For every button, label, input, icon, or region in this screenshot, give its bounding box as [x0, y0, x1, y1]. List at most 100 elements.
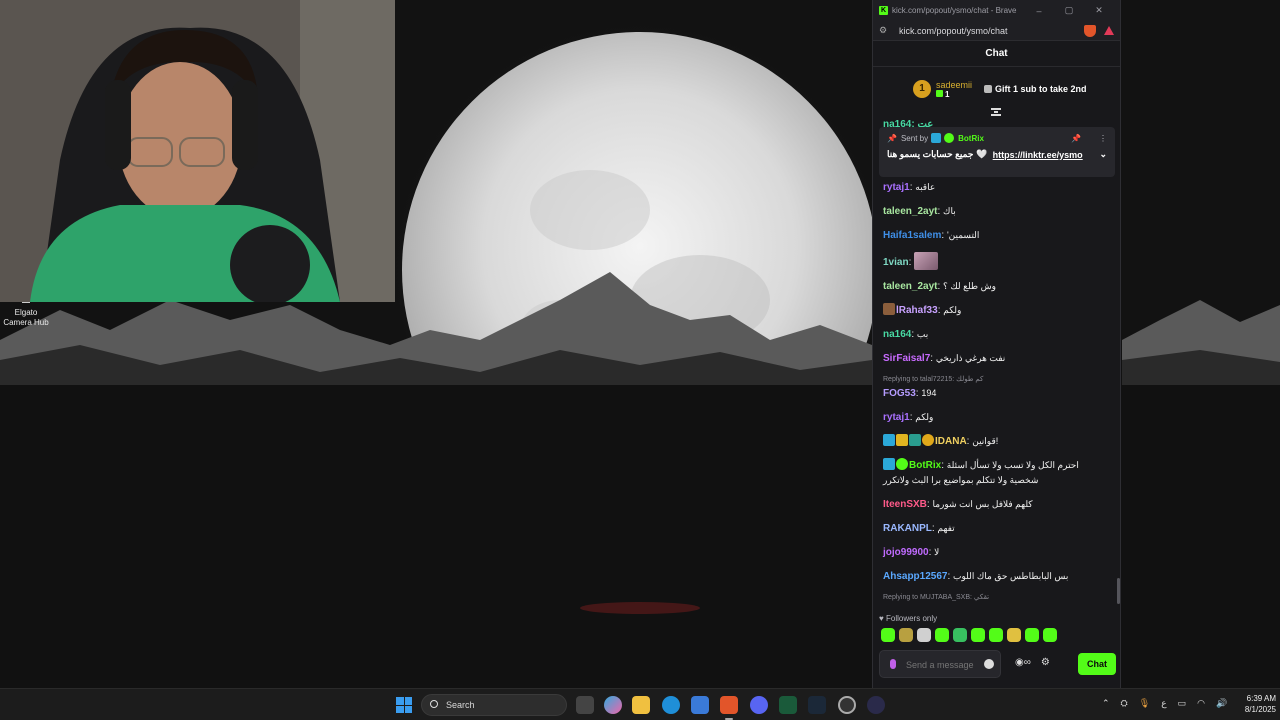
- emote-icon[interactable]: [917, 628, 931, 642]
- chat-message[interactable]: RAKANPL: تفهم: [883, 517, 1110, 541]
- address-bar[interactable]: ⚙ kick.com/popout/ysmo/chat: [873, 21, 1120, 41]
- emote-icon[interactable]: [935, 628, 949, 642]
- brave-shields-icon[interactable]: [1084, 24, 1096, 37]
- reply-context[interactable]: Replying to MUJTABA_SXB: تقكي: [883, 593, 1110, 603]
- send-chat-button[interactable]: Chat: [1078, 653, 1116, 675]
- chat-username[interactable]: BotRix: [909, 460, 941, 471]
- leaderboard-username[interactable]: sadeemii: [936, 80, 972, 90]
- task-view-icon[interactable]: [576, 696, 594, 714]
- emote-image[interactable]: [914, 252, 939, 270]
- terminal-icon[interactable]: [779, 696, 797, 714]
- discord-icon[interactable]: [750, 696, 768, 714]
- steam-icon[interactable]: [808, 696, 826, 714]
- volume-icon[interactable]: 🔊: [1216, 698, 1227, 709]
- window-title: kick.com/popout/ysmo/chat - Brave: [892, 6, 1017, 15]
- input-language[interactable]: ع: [1161, 698, 1166, 709]
- brave-chat-popup-window: K kick.com/popout/ysmo/chat - Brave – ▢ …: [872, 0, 1121, 688]
- maximize-button[interactable]: ▢: [1054, 5, 1084, 16]
- app-icon[interactable]: [867, 696, 885, 714]
- chat-message[interactable]: IDANA: قوانين!: [883, 430, 1110, 454]
- emote-icon[interactable]: [989, 628, 1003, 642]
- chat-username[interactable]: Ahsapp12567: [883, 571, 947, 582]
- chat-message[interactable]: na164: بب: [883, 323, 1110, 347]
- chat-username[interactable]: IteenSXB: [883, 499, 927, 510]
- obs-icon[interactable]: [838, 696, 856, 714]
- window-titlebar[interactable]: K kick.com/popout/ysmo/chat - Brave – ▢ …: [873, 0, 1120, 21]
- chat-message[interactable]: Replying to talal72215: كم طولك FOG53: 19…: [883, 371, 1110, 406]
- quick-emote-bar: [881, 628, 1057, 642]
- chat-message[interactable]: IteenSXB: كلهم فلافل بس انت شورما: [883, 493, 1110, 517]
- chat-username[interactable]: SirFaisal7: [883, 353, 930, 364]
- url-text[interactable]: kick.com/popout/ysmo/chat: [899, 26, 1084, 36]
- store-icon[interactable]: [691, 696, 709, 714]
- chat-input[interactable]: [906, 653, 978, 677]
- pin-icon: 📌: [887, 133, 897, 143]
- chat-settings-icon[interactable]: ⚙: [1041, 657, 1050, 668]
- brave-rewards-icon[interactable]: [1104, 26, 1114, 35]
- scroll-to-bottom-icon[interactable]: [991, 108, 1001, 116]
- chat-message[interactable]: rytaj1: عاقبه: [883, 176, 1110, 200]
- wifi-icon[interactable]: ◠: [1197, 698, 1205, 709]
- chat-username[interactable]: IDANA: [935, 436, 967, 447]
- emote-icon[interactable]: [881, 628, 895, 642]
- taskbar-search[interactable]: Search: [421, 694, 567, 716]
- emote-icon[interactable]: [1025, 628, 1039, 642]
- brave-icon[interactable]: [720, 696, 738, 714]
- chat-username[interactable]: rytaj1: [883, 412, 910, 423]
- chat-message-list[interactable]: rytaj1: عاقبه taleen_2ayt: باك Haifa1salem…: [873, 176, 1120, 606]
- emote-picker-icon[interactable]: [984, 659, 994, 669]
- chat-message[interactable]: Ahsapp12567: بس البابطاطس حق ماك اللوب: [883, 565, 1110, 589]
- chat-username[interactable]: 1vian: [883, 257, 909, 268]
- minimize-button[interactable]: –: [1024, 6, 1054, 16]
- emote-icon[interactable]: [953, 628, 967, 642]
- unpin-icon[interactable]: 📌: [1071, 134, 1081, 143]
- reply-context[interactable]: Replying to talal72215: كم طولك: [883, 375, 1110, 385]
- network-icon[interactable]: ⛭: [1121, 698, 1128, 709]
- desktop-icon-elgato-camera-hub[interactable]: Elgato Camera Hub: [2, 302, 50, 328]
- channel-points-icon[interactable]: ◉∞: [1015, 657, 1031, 668]
- display-icon[interactable]: ▭: [1178, 698, 1187, 709]
- chat-username[interactable]: na164: [883, 329, 911, 340]
- chat-username[interactable]: rytaj1: [883, 182, 910, 193]
- start-button[interactable]: [396, 697, 412, 713]
- chat-message[interactable]: BotRix: احترم الكل ولا تسب ولا تسأل اسئل…: [883, 454, 1110, 493]
- more-options-icon[interactable]: ⋮: [1099, 134, 1107, 143]
- edge-icon[interactable]: [662, 696, 680, 714]
- chat-composer[interactable]: [879, 650, 1001, 678]
- chat-scrollbar[interactable]: [1117, 578, 1120, 604]
- chat-message[interactable]: taleen_2ayt: باك: [883, 200, 1110, 224]
- emote-icon[interactable]: [1007, 628, 1021, 642]
- emote-icon[interactable]: [899, 628, 913, 642]
- emote-icon[interactable]: [1043, 628, 1057, 642]
- file-explorer-icon[interactable]: [632, 696, 650, 714]
- chat-username[interactable]: FOG53: [883, 388, 916, 399]
- chat-message[interactable]: taleen_2ayt: وش طلع لك ؟: [883, 275, 1110, 299]
- chat-message[interactable]: Haifa1salem: 'التسمين: [883, 224, 1110, 248]
- site-settings-icon[interactable]: ⚙: [879, 25, 891, 36]
- chat-username[interactable]: Haifa1salem: [883, 230, 941, 241]
- taskbar-clock[interactable]: 6:39 AM 8/1/2025: [1228, 693, 1276, 715]
- chevron-up-icon[interactable]: ⌃: [1102, 698, 1110, 709]
- expand-chevron-icon[interactable]: ⌄: [1099, 149, 1107, 160]
- blue-badge-icon: [883, 434, 895, 446]
- microphone-icon[interactable]: 🎙: [1139, 698, 1150, 709]
- chat-username[interactable]: taleen_2ayt: [883, 206, 937, 217]
- chat-username[interactable]: RAKANPL: [883, 523, 932, 534]
- chat-username[interactable]: lRahaf33: [896, 305, 938, 316]
- chat-message[interactable]: rytaj1: ولكم: [883, 406, 1110, 430]
- pinned-sender[interactable]: BotRix: [958, 134, 984, 143]
- gift-sub-prompt[interactable]: Gift 1 sub to take 2nd: [984, 84, 1087, 94]
- chat-username[interactable]: jojo99900: [883, 547, 929, 558]
- emote-icon[interactable]: [971, 628, 985, 642]
- pinned-link[interactable]: https://linktr.ee/ysmo: [993, 150, 1083, 160]
- microphone-icon[interactable]: [890, 659, 896, 669]
- chat-message[interactable]: lRahaf33: ولكم: [883, 299, 1110, 323]
- copilot-icon[interactable]: [604, 696, 622, 714]
- chat-username[interactable]: taleen_2ayt: [883, 281, 937, 292]
- chat-message[interactable]: SirFaisal7: نفت هرغي ذاريخي: [883, 347, 1110, 371]
- chat-message[interactable]: Replying to MUJTABA_SXB: تقكيXGhazalx: ا…: [883, 589, 1110, 606]
- close-button[interactable]: ✕: [1084, 5, 1114, 16]
- gift-leaderboard[interactable]: 1 sadeemii 1 Gift 1 sub to take 2nd: [873, 67, 1120, 111]
- chat-message[interactable]: 1vian:: [883, 248, 1110, 275]
- chat-message[interactable]: jojo99900: لا: [883, 541, 1110, 565]
